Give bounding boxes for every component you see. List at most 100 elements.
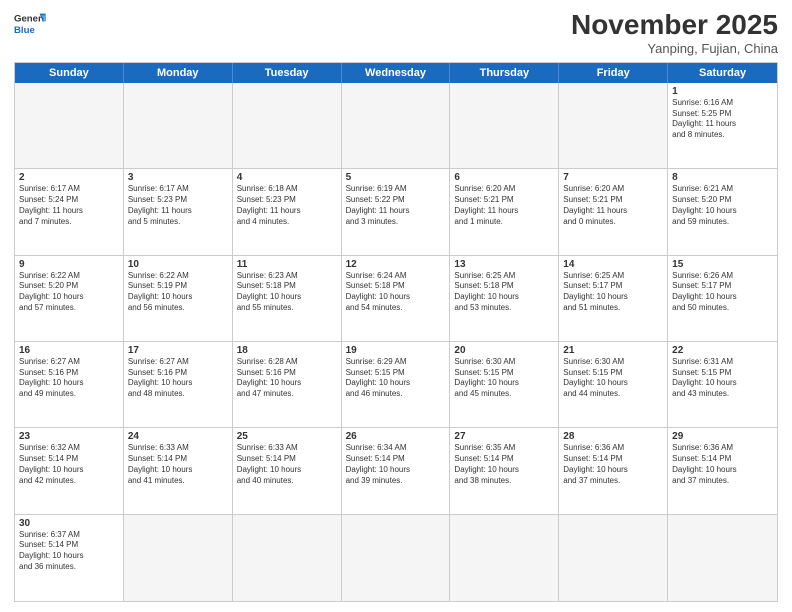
calendar-cell — [342, 83, 451, 168]
cell-info: Sunrise: 6:16 AM Sunset: 5:25 PM Dayligh… — [672, 98, 773, 141]
calendar-cell: 22Sunrise: 6:31 AM Sunset: 5:15 PM Dayli… — [668, 342, 777, 427]
calendar-cell — [15, 83, 124, 168]
month-title: November 2025 — [571, 10, 778, 41]
day-number: 5 — [346, 172, 446, 183]
day-number: 29 — [672, 431, 773, 442]
cell-info: Sunrise: 6:20 AM Sunset: 5:21 PM Dayligh… — [454, 184, 554, 227]
calendar-row: 1Sunrise: 6:16 AM Sunset: 5:25 PM Daylig… — [15, 83, 777, 169]
cell-info: Sunrise: 6:32 AM Sunset: 5:14 PM Dayligh… — [19, 443, 119, 486]
calendar-cell: 3Sunrise: 6:17 AM Sunset: 5:23 PM Daylig… — [124, 169, 233, 254]
day-number: 14 — [563, 259, 663, 270]
day-number: 7 — [563, 172, 663, 183]
calendar-cell: 24Sunrise: 6:33 AM Sunset: 5:14 PM Dayli… — [124, 428, 233, 513]
day-number: 2 — [19, 172, 119, 183]
day-number: 25 — [237, 431, 337, 442]
calendar-cell — [559, 83, 668, 168]
calendar-cell: 18Sunrise: 6:28 AM Sunset: 5:16 PM Dayli… — [233, 342, 342, 427]
calendar-cell — [233, 83, 342, 168]
calendar-cell: 8Sunrise: 6:21 AM Sunset: 5:20 PM Daylig… — [668, 169, 777, 254]
day-number: 10 — [128, 259, 228, 270]
calendar: SundayMondayTuesdayWednesdayThursdayFrid… — [14, 62, 778, 602]
cell-info: Sunrise: 6:35 AM Sunset: 5:14 PM Dayligh… — [454, 443, 554, 486]
cell-info: Sunrise: 6:22 AM Sunset: 5:20 PM Dayligh… — [19, 271, 119, 314]
calendar-cell — [124, 515, 233, 601]
title-block: November 2025 Yanping, Fujian, China — [571, 10, 778, 56]
calendar-cell: 9Sunrise: 6:22 AM Sunset: 5:20 PM Daylig… — [15, 256, 124, 341]
calendar-cell — [450, 83, 559, 168]
cell-info: Sunrise: 6:31 AM Sunset: 5:15 PM Dayligh… — [672, 357, 773, 400]
calendar-cell: 12Sunrise: 6:24 AM Sunset: 5:18 PM Dayli… — [342, 256, 451, 341]
day-headers: SundayMondayTuesdayWednesdayThursdayFrid… — [15, 63, 777, 83]
day-number: 22 — [672, 345, 773, 356]
cell-info: Sunrise: 6:33 AM Sunset: 5:14 PM Dayligh… — [237, 443, 337, 486]
calendar-cell: 6Sunrise: 6:20 AM Sunset: 5:21 PM Daylig… — [450, 169, 559, 254]
day-number: 9 — [19, 259, 119, 270]
calendar-row: 16 Sunrise: 6:27 AM Sunset: 5:16 PM Dayli… — [15, 342, 777, 428]
cell-info: Sunrise: 6:30 AM Sunset: 5:15 PM Dayligh… — [454, 357, 554, 400]
cell-info: Sunrise: 6:29 AM Sunset: 5:15 PM Dayligh… — [346, 357, 446, 400]
calendar-cell: 4Sunrise: 6:18 AM Sunset: 5:23 PM Daylig… — [233, 169, 342, 254]
day-header-wednesday: Wednesday — [342, 63, 451, 83]
day-number: 27 — [454, 431, 554, 442]
cell-info: Sunrise: 6:33 AM Sunset: 5:14 PM Dayligh… — [128, 443, 228, 486]
calendar-cell: 5Sunrise: 6:19 AM Sunset: 5:22 PM Daylig… — [342, 169, 451, 254]
cell-info: Sunrise: 6:27 AM Sunset: 5:16 PM Dayligh… — [128, 357, 228, 400]
calendar-cell: 15Sunrise: 6:26 AM Sunset: 5:17 PM Dayli… — [668, 256, 777, 341]
day-number: 30 — [19, 518, 119, 529]
cell-info: Sunrise: 6:17 AM Sunset: 5:23 PM Dayligh… — [128, 184, 228, 227]
day-header-friday: Friday — [559, 63, 668, 83]
cell-info: Sunrise: 6:24 AM Sunset: 5:18 PM Dayligh… — [346, 271, 446, 314]
day-number: 19 — [346, 345, 446, 356]
calendar-cell: 19Sunrise: 6:29 AM Sunset: 5:15 PM Dayli… — [342, 342, 451, 427]
calendar-cell: 16Sunrise: 6:27 AM Sunset: 5:16 PM Dayli… — [15, 342, 124, 427]
cell-info: Sunrise: 6:25 AM Sunset: 5:17 PM Dayligh… — [563, 271, 663, 314]
logo-icon: General Blue — [14, 10, 46, 38]
calendar-row: 30Sunrise: 6:37 AM Sunset: 5:14 PM Dayli… — [15, 515, 777, 601]
cell-info: Sunrise: 6:21 AM Sunset: 5:20 PM Dayligh… — [672, 184, 773, 227]
day-number: 23 — [19, 431, 119, 442]
day-number: 16 — [19, 345, 119, 356]
calendar-cell — [342, 515, 451, 601]
day-number: 28 — [563, 431, 663, 442]
calendar-cell — [233, 515, 342, 601]
calendar-grid: 1Sunrise: 6:16 AM Sunset: 5:25 PM Daylig… — [15, 83, 777, 601]
day-number: 8 — [672, 172, 773, 183]
calendar-cell: 1Sunrise: 6:16 AM Sunset: 5:25 PM Daylig… — [668, 83, 777, 168]
cell-info: Sunrise: 6:17 AM Sunset: 5:24 PM Dayligh… — [19, 184, 119, 227]
calendar-cell: 29Sunrise: 6:36 AM Sunset: 5:14 PM Dayli… — [668, 428, 777, 513]
calendar-row: 23Sunrise: 6:32 AM Sunset: 5:14 PM Dayli… — [15, 428, 777, 514]
calendar-cell: 23Sunrise: 6:32 AM Sunset: 5:14 PM Dayli… — [15, 428, 124, 513]
cell-info: Sunrise: 6:28 AM Sunset: 5:16 PM Dayligh… — [237, 357, 337, 400]
day-number: 17 — [128, 345, 228, 356]
calendar-cell: 11Sunrise: 6:23 AM Sunset: 5:18 PM Dayli… — [233, 256, 342, 341]
location: Yanping, Fujian, China — [571, 41, 778, 56]
day-number: 11 — [237, 259, 337, 270]
calendar-row: 9Sunrise: 6:22 AM Sunset: 5:20 PM Daylig… — [15, 256, 777, 342]
cell-info: Sunrise: 6:19 AM Sunset: 5:22 PM Dayligh… — [346, 184, 446, 227]
calendar-cell: 17Sunrise: 6:27 AM Sunset: 5:16 PM Dayli… — [124, 342, 233, 427]
calendar-cell: 10Sunrise: 6:22 AM Sunset: 5:19 PM Dayli… — [124, 256, 233, 341]
calendar-cell: 25Sunrise: 6:33 AM Sunset: 5:14 PM Dayli… — [233, 428, 342, 513]
calendar-cell: 30Sunrise: 6:37 AM Sunset: 5:14 PM Dayli… — [15, 515, 124, 601]
cell-info: Sunrise: 6:37 AM Sunset: 5:14 PM Dayligh… — [19, 530, 119, 573]
day-number: 1 — [672, 86, 773, 97]
day-number: 26 — [346, 431, 446, 442]
day-number: 20 — [454, 345, 554, 356]
calendar-cell — [124, 83, 233, 168]
day-header-sunday: Sunday — [15, 63, 124, 83]
calendar-cell: 13Sunrise: 6:25 AM Sunset: 5:18 PM Dayli… — [450, 256, 559, 341]
calendar-cell — [559, 515, 668, 601]
cell-info: Sunrise: 6:34 AM Sunset: 5:14 PM Dayligh… — [346, 443, 446, 486]
calendar-cell — [668, 515, 777, 601]
page: General Blue November 2025 Yanping, Fuji… — [0, 0, 792, 612]
cell-info: Sunrise: 6:30 AM Sunset: 5:15 PM Dayligh… — [563, 357, 663, 400]
logo: General Blue — [14, 10, 46, 38]
calendar-cell: 28Sunrise: 6:36 AM Sunset: 5:14 PM Dayli… — [559, 428, 668, 513]
day-header-thursday: Thursday — [450, 63, 559, 83]
calendar-cell: 14Sunrise: 6:25 AM Sunset: 5:17 PM Dayli… — [559, 256, 668, 341]
cell-info: Sunrise: 6:23 AM Sunset: 5:18 PM Dayligh… — [237, 271, 337, 314]
day-number: 3 — [128, 172, 228, 183]
calendar-cell: 7Sunrise: 6:20 AM Sunset: 5:21 PM Daylig… — [559, 169, 668, 254]
cell-info: Sunrise: 6:26 AM Sunset: 5:17 PM Dayligh… — [672, 271, 773, 314]
calendar-cell: 21Sunrise: 6:30 AM Sunset: 5:15 PM Dayli… — [559, 342, 668, 427]
